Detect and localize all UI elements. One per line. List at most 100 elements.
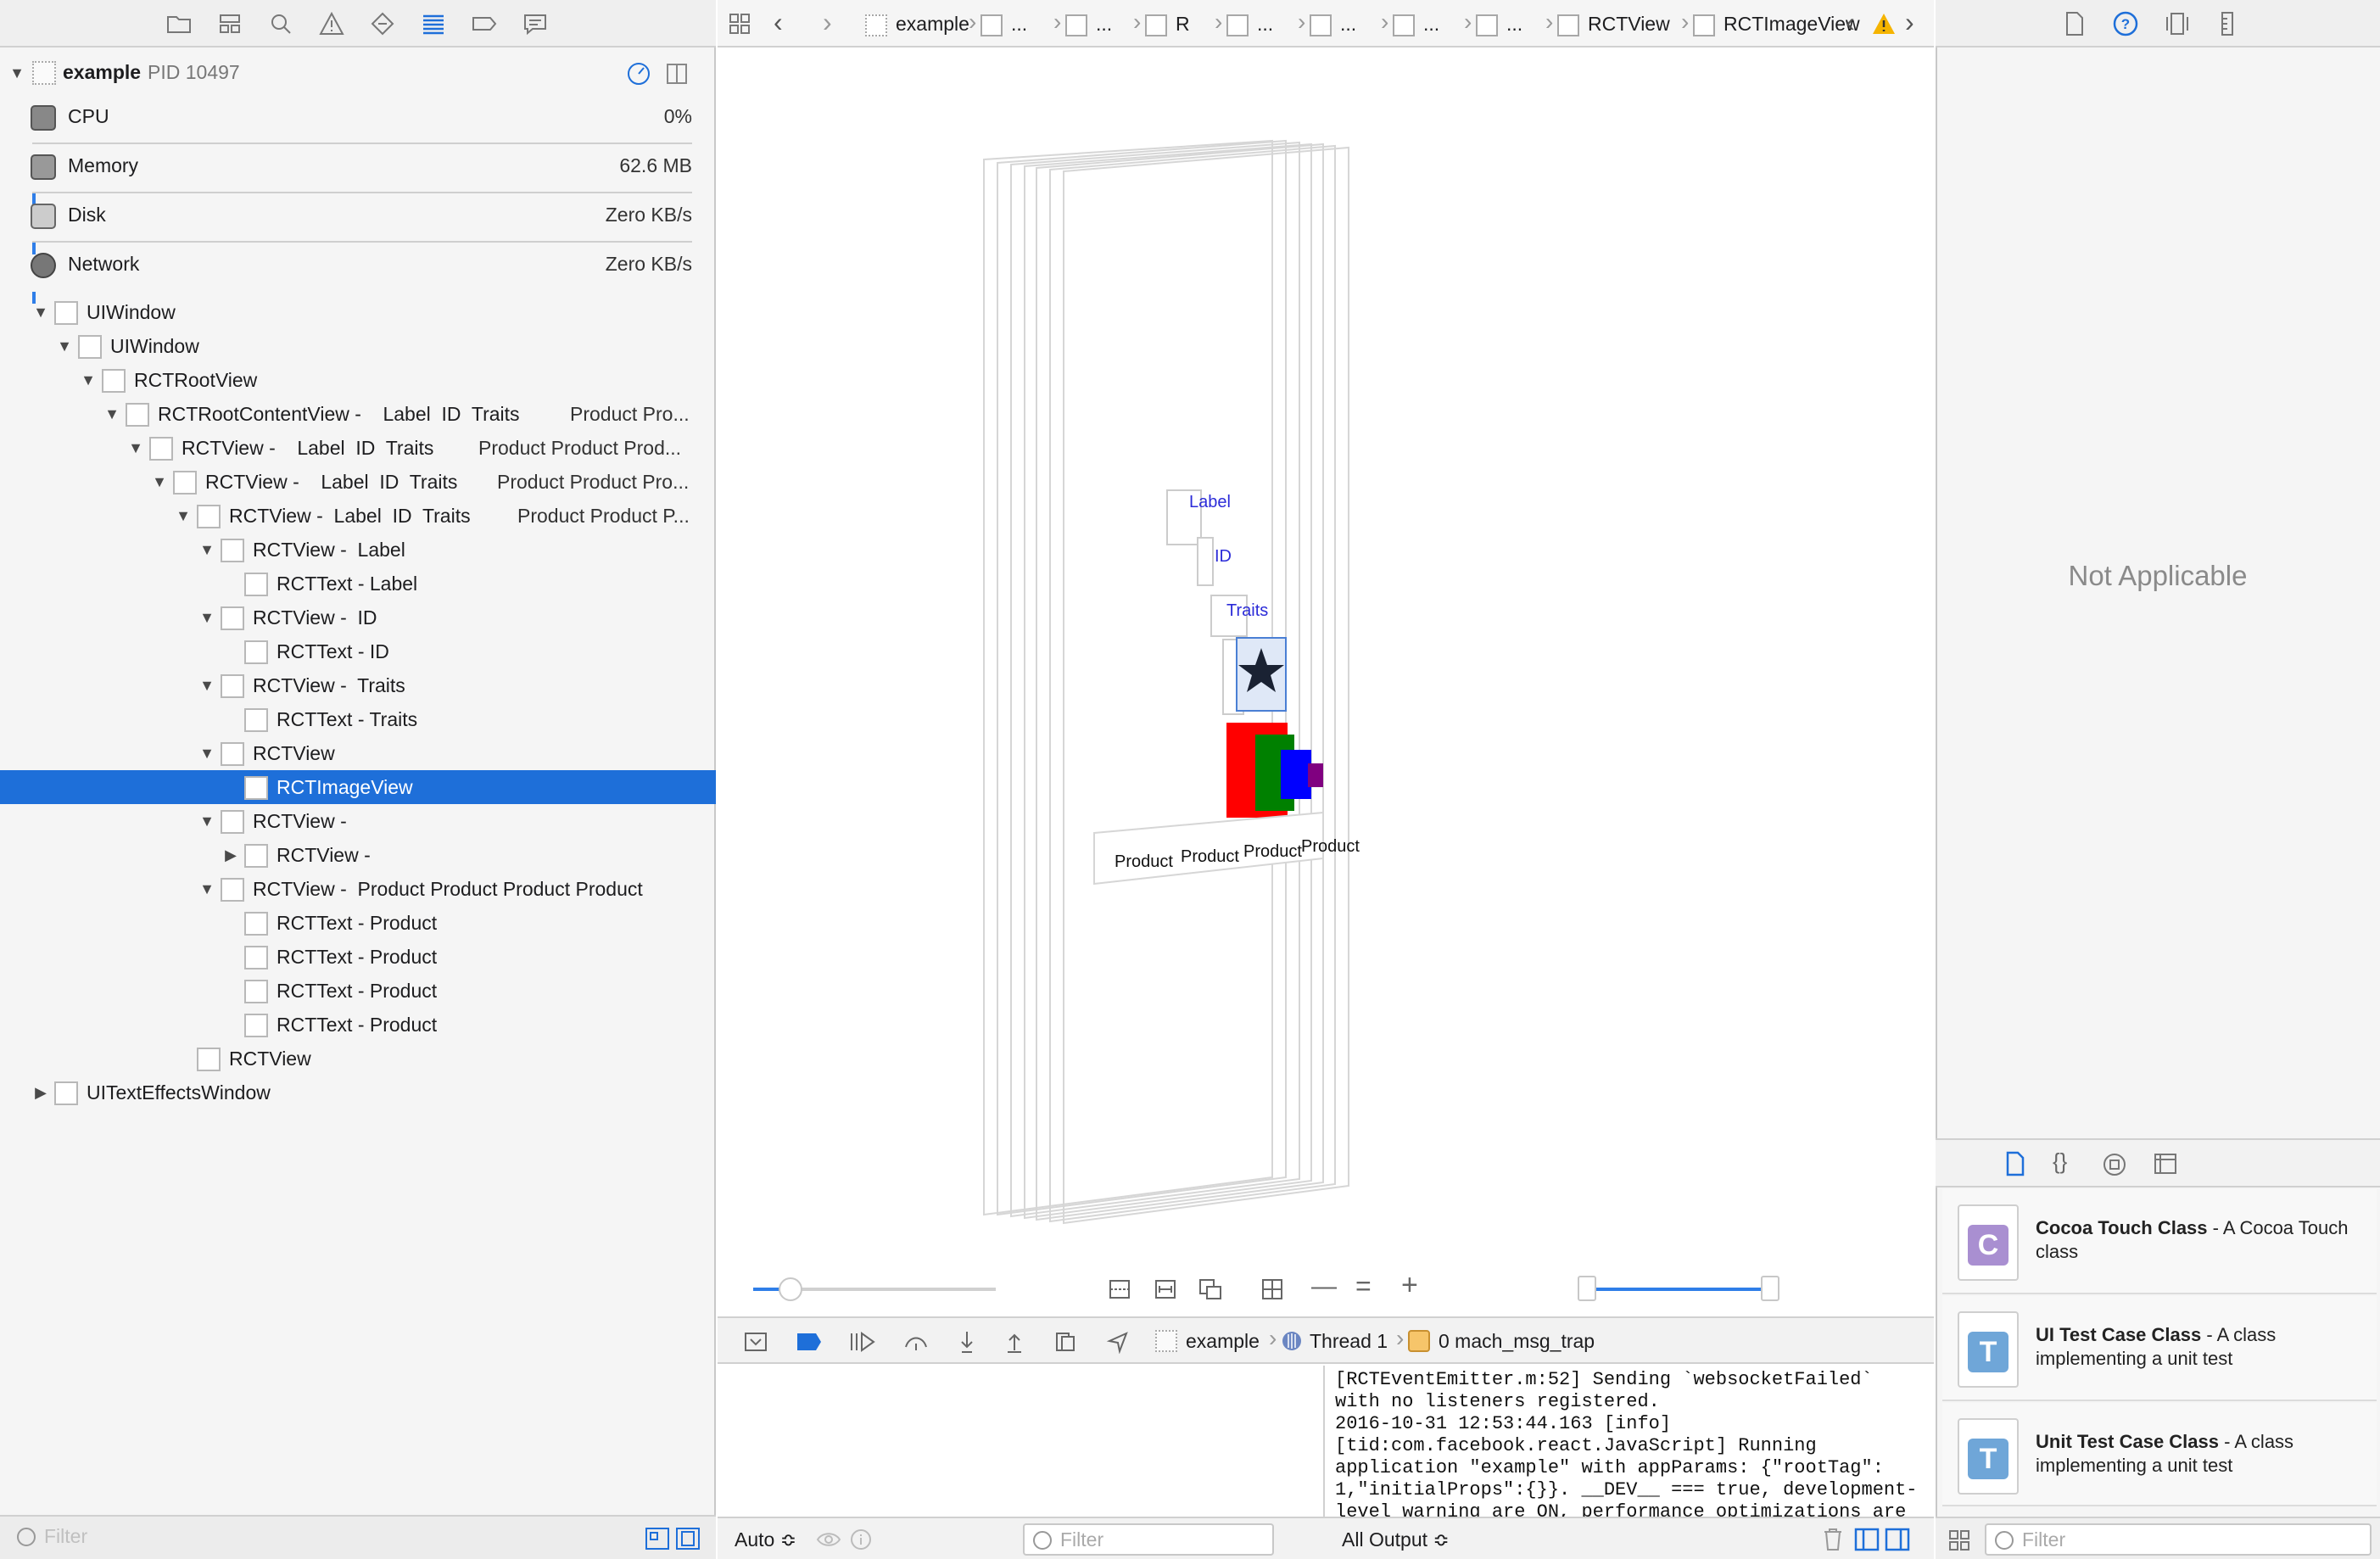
continue-icon[interactable] xyxy=(848,1330,877,1354)
view-toggle-icon[interactable] xyxy=(665,61,689,87)
disclosure-open-icon[interactable]: ▼ xyxy=(78,363,98,397)
symbol-navigator-icon[interactable] xyxy=(215,10,244,37)
memory-gauge[interactable]: Memory 62.6 MB xyxy=(0,144,696,205)
network-gauge[interactable]: Network Zero KB/s xyxy=(0,243,696,304)
disclosure-open-icon[interactable]: ▼ xyxy=(197,533,217,567)
tree-row[interactable]: ▼ UIWindow xyxy=(0,295,716,329)
disclosure-closed-icon[interactable]: ▶ xyxy=(221,838,241,872)
tree-row[interactable]: RCTText - Product xyxy=(0,1008,716,1042)
disclosure-open-icon[interactable]: ▼ xyxy=(197,736,217,770)
object-inspector-icon[interactable] xyxy=(2165,10,2190,37)
folder-icon[interactable] xyxy=(165,10,193,37)
breakpoint-icon[interactable] xyxy=(470,10,499,37)
disclosure-open-icon[interactable]: ▼ xyxy=(126,431,146,465)
breakpoints-toggle-icon[interactable] xyxy=(796,1332,823,1352)
tree-row[interactable]: ▼ RCTView - xyxy=(0,804,716,838)
debug-thread[interactable]: Thread 1 xyxy=(1310,1330,1388,1353)
debug-frame[interactable]: 0 mach_msg_trap xyxy=(1439,1330,1595,1353)
tree-row[interactable]: ▶ UITextEffectsWindow xyxy=(0,1076,716,1109)
tree-row[interactable]: ▼ RCTView xyxy=(0,736,716,770)
gauge-icon[interactable] xyxy=(626,61,651,87)
disclosure-open-icon[interactable]: ▼ xyxy=(197,601,217,634)
crumb-item[interactable]: ... xyxy=(1065,12,1112,36)
range-slider-left-handle[interactable] xyxy=(1578,1276,1596,1301)
tree-row[interactable]: ▼ RCTView - ID xyxy=(0,601,716,634)
library-filter-input[interactable]: Filter xyxy=(1985,1523,2372,1556)
code-snippet-library-icon[interactable]: {} xyxy=(2053,1148,2067,1175)
crumb-rctimageview[interactable]: RCTImageView xyxy=(1693,12,1860,36)
report-icon[interactable] xyxy=(521,10,550,37)
simulate-location-icon[interactable] xyxy=(1106,1330,1130,1354)
show-variables-icon[interactable] xyxy=(1854,1527,1880,1552)
tree-row[interactable]: RCTText - Product xyxy=(0,940,716,974)
step-out-icon[interactable] xyxy=(1003,1330,1026,1354)
library-item-ui-test-case-class[interactable]: T UI Test Case Class - A class implement… xyxy=(1942,1296,2377,1401)
variables-view[interactable] xyxy=(718,1366,1325,1517)
media-library-icon[interactable] xyxy=(2153,1152,2178,1176)
disclosure-open-icon[interactable]: ▼ xyxy=(173,499,193,533)
tree-row[interactable]: RCTView xyxy=(0,1042,716,1076)
crumb-item[interactable]: ... xyxy=(1226,12,1273,36)
view-debugger-canvas[interactable]: Label ID Traits Product Product Product … xyxy=(718,49,1934,1279)
disclosure-open-icon[interactable]: ▼ xyxy=(197,872,217,906)
disclosure-closed-icon[interactable]: ▶ xyxy=(31,1076,51,1109)
disk-gauge[interactable]: Disk Zero KB/s xyxy=(0,193,696,254)
file-template-library-icon[interactable] xyxy=(2003,1150,2027,1177)
variables-filter-input[interactable]: Filter xyxy=(1023,1523,1274,1556)
tree-row[interactable]: RCTText - ID xyxy=(0,634,716,668)
crumb-item[interactable]: ... xyxy=(980,12,1027,36)
previous-issue-icon[interactable]: ‹ xyxy=(1846,7,1855,38)
next-issue-icon[interactable]: › xyxy=(1905,7,1914,38)
step-over-icon[interactable] xyxy=(902,1330,930,1354)
forward-arrow-icon[interactable]: › xyxy=(823,7,832,38)
range-slider-track[interactable] xyxy=(1588,1288,1769,1291)
disclosure-open-icon[interactable]: ▼ xyxy=(54,329,75,363)
process-row[interactable]: ▼ example PID 10497 xyxy=(0,56,716,90)
disclosure-open-icon[interactable]: ▼ xyxy=(197,804,217,838)
selected-image-view[interactable] xyxy=(1222,637,1287,715)
show-constraints-icon[interactable] xyxy=(1154,1277,1177,1301)
back-arrow-icon[interactable]: ‹ xyxy=(774,7,783,38)
console-output-select[interactable]: All Output ≎ xyxy=(1342,1528,1450,1551)
warning-icon[interactable] xyxy=(1871,12,1897,36)
range-slider-right-handle[interactable] xyxy=(1761,1276,1779,1301)
tree-row[interactable]: ▶ RCTView - xyxy=(0,838,716,872)
trash-icon[interactable] xyxy=(1822,1527,1844,1552)
show-console-icon[interactable] xyxy=(1885,1527,1910,1552)
size-inspector-icon[interactable] xyxy=(2215,10,2239,37)
disclosure-open-icon[interactable]: ▼ xyxy=(197,668,217,702)
related-items-grid-icon[interactable] xyxy=(728,12,751,36)
cpu-gauge[interactable]: CPU 0% xyxy=(0,95,696,144)
crumb-item[interactable]: ... xyxy=(1393,12,1439,36)
grid-view-icon[interactable] xyxy=(1947,1528,1971,1552)
zoom-actual-icon[interactable]: = xyxy=(1355,1271,1372,1302)
disclosure-open-icon[interactable]: ▼ xyxy=(31,295,51,329)
library-item-unit-test-case-class[interactable]: T Unit Test Case Class - A class impleme… xyxy=(1942,1403,2377,1506)
tree-row[interactable]: ▼ RCTView - Product Product Product Produ… xyxy=(0,872,716,906)
issue-warning-icon[interactable] xyxy=(317,10,346,37)
tree-row[interactable]: RCTText - Product xyxy=(0,974,716,1008)
crumb-rctview[interactable]: RCTView xyxy=(1557,12,1670,36)
tree-row[interactable]: ▼ RCTRootContentView - Label ID Traits Pro… xyxy=(0,397,716,431)
library-item-cocoa-touch-class[interactable]: C Cocoa Touch Class - A Cocoa Touch clas… xyxy=(1942,1189,2377,1294)
console-output[interactable]: [RCTEventEmitter.m:52] Sending `websocke… xyxy=(1327,1366,1934,1517)
tree-row[interactable]: RCTText - Traits xyxy=(0,702,716,736)
filter-toggle-icon[interactable] xyxy=(645,1527,670,1551)
variables-scope-select[interactable]: Auto ≎ xyxy=(735,1528,796,1551)
disclosure-open-icon[interactable]: ▼ xyxy=(102,397,122,431)
step-into-icon[interactable] xyxy=(955,1330,979,1354)
tree-row[interactable]: ▼ RCTView - Traits xyxy=(0,668,716,702)
help-icon[interactable]: ? xyxy=(2112,10,2139,37)
crumb-item[interactable]: R xyxy=(1145,12,1190,36)
zoom-in-icon[interactable]: + xyxy=(1401,1269,1418,1302)
debug-app-name[interactable]: example xyxy=(1186,1330,1260,1353)
search-icon[interactable] xyxy=(266,10,295,37)
crumb-item[interactable]: ... xyxy=(1310,12,1356,36)
tree-row[interactable]: RCTText - Label xyxy=(0,567,716,601)
tree-row[interactable]: RCTText - Product xyxy=(0,906,716,940)
hide-debug-area-icon[interactable] xyxy=(743,1330,768,1354)
filter-toggle-icon[interactable] xyxy=(675,1527,701,1551)
info-icon[interactable] xyxy=(850,1528,872,1551)
navigator-filter-input[interactable]: Filter xyxy=(8,1522,636,1554)
view-mode-icon[interactable] xyxy=(1198,1277,1223,1301)
